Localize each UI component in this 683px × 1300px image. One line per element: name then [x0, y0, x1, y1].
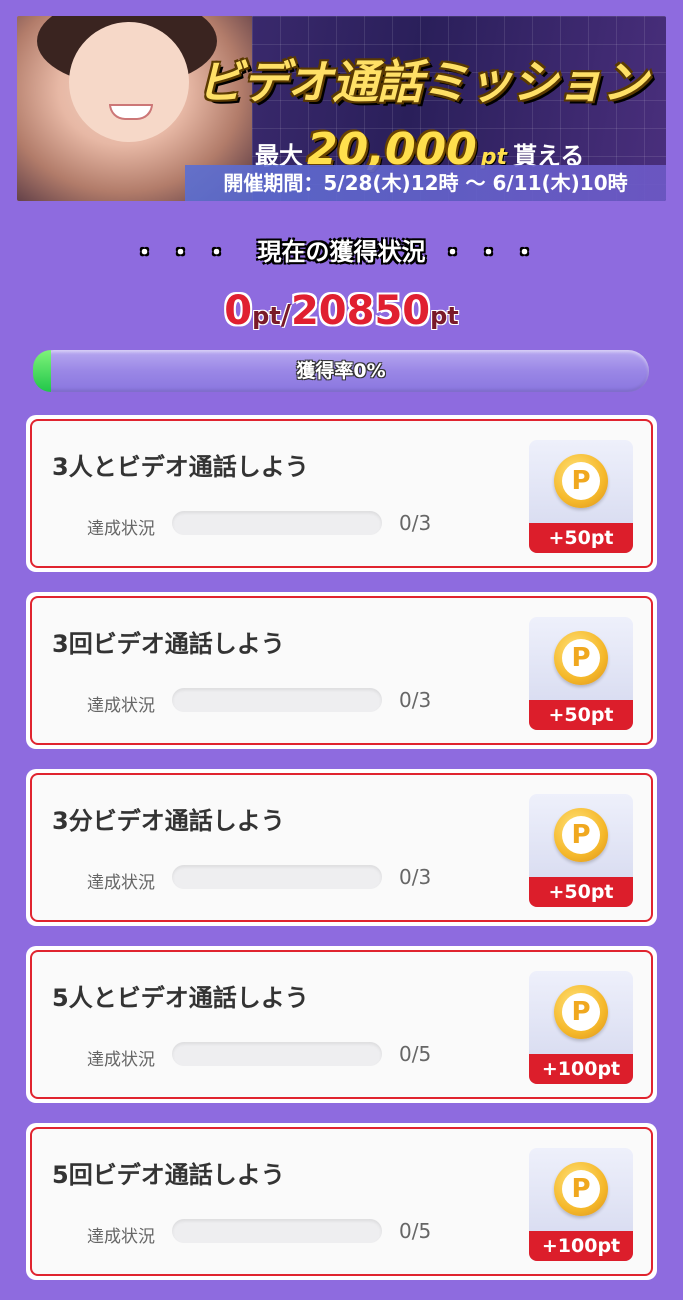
banner-period: 開催期間：5/28(木)12時 〜 6/11(木)10時: [185, 165, 666, 201]
p-coin-icon: P: [554, 631, 608, 685]
reward-label: +100pt: [529, 1231, 633, 1261]
progress-label: 達成状況: [87, 519, 155, 539]
mission-card[interactable]: 3人とビデオ通話しよう 達成状況 0/3 P +50pt: [26, 415, 657, 572]
progress-count: 0/3: [399, 688, 432, 712]
reward-label: +50pt: [529, 700, 633, 730]
mission-list: 3人とビデオ通話しよう 達成状況 0/3 P +50pt 3回ビデオ通話しよう …: [26, 415, 657, 1300]
progress-count: 0/5: [399, 1042, 432, 1066]
mission-card-frame: 5回ビデオ通話しよう 達成状況 0/5 P +100pt: [30, 1127, 653, 1276]
coin-letter: P: [562, 993, 600, 1031]
coin-letter: P: [562, 816, 600, 854]
status-dots-right: ・・・: [441, 241, 550, 266]
p-coin-icon: P: [554, 454, 608, 508]
current-points: 0: [224, 288, 253, 334]
coin-letter: P: [562, 639, 600, 677]
current-points-unit: pt: [252, 302, 281, 330]
mission-card-frame: 5人とビデオ通話しよう 達成状況 0/5 P +100pt: [30, 950, 653, 1099]
banner-headline: ビデオ通話ミッション: [197, 55, 648, 109]
campaign-banner[interactable]: ビデオ通話ミッション 最大20,000 pt 貰える 開催期間：5/28(木)12時…: [17, 16, 666, 201]
reward-label: +50pt: [529, 523, 633, 553]
mission-title: 5回ビデオ通話しよう: [52, 1161, 285, 1189]
acquisition-rate-bar: 獲得率0%: [33, 350, 649, 392]
progress-label: 達成状況: [87, 696, 155, 716]
coin-letter: P: [562, 462, 600, 500]
progress-track: [172, 511, 382, 535]
status-heading: ・・・ 現在の獲得状況 ・・・: [0, 232, 683, 267]
mission-card[interactable]: 3分ビデオ通話しよう 達成状況 0/3 P +50pt: [26, 769, 657, 926]
p-coin-icon: P: [554, 1162, 608, 1216]
progress-label: 達成状況: [87, 1050, 155, 1070]
reward-label: +100pt: [529, 1054, 633, 1084]
reward-badge: P +50pt: [529, 617, 633, 730]
progress-label: 達成状況: [87, 1227, 155, 1247]
coin-letter: P: [562, 1170, 600, 1208]
mission-title: 3回ビデオ通話しよう: [52, 630, 285, 658]
total-points-unit: pt: [430, 302, 459, 330]
progress-count: 0/3: [399, 865, 432, 889]
points-summary: 0pt/20850pt: [0, 288, 683, 334]
mission-card[interactable]: 5人とビデオ通話しよう 達成状況 0/5 P +100pt: [26, 946, 657, 1103]
reward-badge: P +100pt: [529, 1148, 633, 1261]
progress-track: [172, 1219, 382, 1243]
mission-card-frame: 3回ビデオ通話しよう 達成状況 0/3 P +50pt: [30, 596, 653, 745]
acquisition-rate-label: 獲得率0%: [296, 360, 386, 382]
progress-label: 達成状況: [87, 873, 155, 893]
progress-track: [172, 1042, 382, 1066]
progress-track: [172, 865, 382, 889]
reward-label: +50pt: [529, 877, 633, 907]
reward-badge: P +50pt: [529, 440, 633, 553]
mission-title: 3分ビデオ通話しよう: [52, 807, 285, 835]
mission-title: 3人とビデオ通話しよう: [52, 453, 309, 481]
total-points: 20850: [290, 288, 431, 334]
status-dots-left: ・・・: [133, 241, 242, 266]
mission-title: 5人とビデオ通話しよう: [52, 984, 309, 1012]
progress-track: [172, 688, 382, 712]
progress-count: 0/5: [399, 1219, 432, 1243]
mission-card-frame: 3分ビデオ通話しよう 達成状況 0/3 P +50pt: [30, 773, 653, 922]
mission-card[interactable]: 3回ビデオ通話しよう 達成状況 0/3 P +50pt: [26, 592, 657, 749]
reward-badge: P +100pt: [529, 971, 633, 1084]
status-title: 現在の獲得状況: [257, 238, 426, 266]
mission-card-frame: 3人とビデオ通話しよう 達成状況 0/3 P +50pt: [30, 419, 653, 568]
p-coin-icon: P: [554, 985, 608, 1039]
points-separator: /: [280, 298, 291, 331]
reward-badge: P +50pt: [529, 794, 633, 907]
mission-card[interactable]: 5回ビデオ通話しよう 達成状況 0/5 P +100pt: [26, 1123, 657, 1280]
p-coin-icon: P: [554, 808, 608, 862]
progress-count: 0/3: [399, 511, 432, 535]
